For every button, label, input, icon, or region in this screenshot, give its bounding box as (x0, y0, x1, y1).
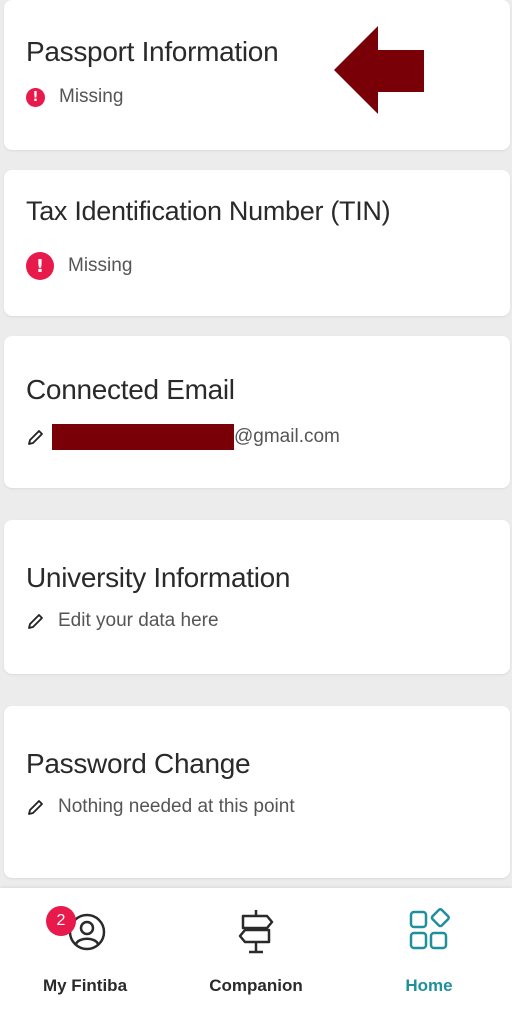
tin-title: Tax Identification Number (TIN) (26, 196, 391, 226)
nav-label-my-fintiba: My Fintiba (42, 976, 128, 995)
nav-item-companion[interactable]: Companion (171, 888, 341, 1024)
tin-card[interactable]: Tax Identification Number (TIN) ! Missin… (4, 170, 510, 316)
passport-information-card[interactable]: Passport Information ! Missing (4, 0, 510, 150)
signpost-icon (238, 910, 274, 954)
passport-status: ! Missing (26, 86, 123, 108)
nav-label-home: Home (405, 976, 453, 995)
password-subtitle-text: Nothing needed at this point (58, 796, 295, 817)
university-information-card[interactable]: University Information Edit your data he… (4, 520, 510, 674)
connected-email-card[interactable]: Connected Email @gmail.com (4, 336, 510, 488)
notification-badge: 2 (46, 906, 76, 936)
university-information-title: University Information (26, 562, 291, 593)
nav-label-companion: Companion (209, 976, 303, 995)
exclamation-circle-icon: ! (26, 87, 45, 107)
password-subtitle: Nothing needed at this point (26, 796, 295, 818)
pencil-icon (28, 430, 43, 445)
nav-item-my-fintiba[interactable]: 2 My Fintiba (0, 888, 170, 1024)
passport-information-title: Passport Information (26, 36, 279, 67)
redacted-email-user (52, 424, 234, 450)
university-subtitle: Edit your data here (26, 610, 219, 632)
pencil-icon (28, 614, 43, 629)
left-arrow-icon (334, 26, 424, 114)
email-domain: @gmail.com (234, 426, 340, 447)
nav-item-home[interactable]: Home (344, 888, 512, 1024)
password-change-card[interactable]: Password Change Nothing needed at this p… (4, 706, 510, 878)
home-grid-icon (409, 908, 450, 950)
exclamation-circle-icon: ! (26, 252, 54, 280)
university-subtitle-text: Edit your data here (58, 610, 219, 631)
tin-status: ! Missing (26, 252, 132, 280)
bottom-navigation: 2 My Fintiba Companion Home (0, 888, 512, 1024)
passport-status-text: Missing (59, 86, 124, 107)
pencil-icon (28, 800, 43, 815)
connected-email-value: @gmail.com (26, 424, 340, 450)
tin-status-text: Missing (68, 255, 133, 276)
connected-email-title: Connected Email (26, 374, 235, 405)
password-change-title: Password Change (26, 748, 251, 779)
